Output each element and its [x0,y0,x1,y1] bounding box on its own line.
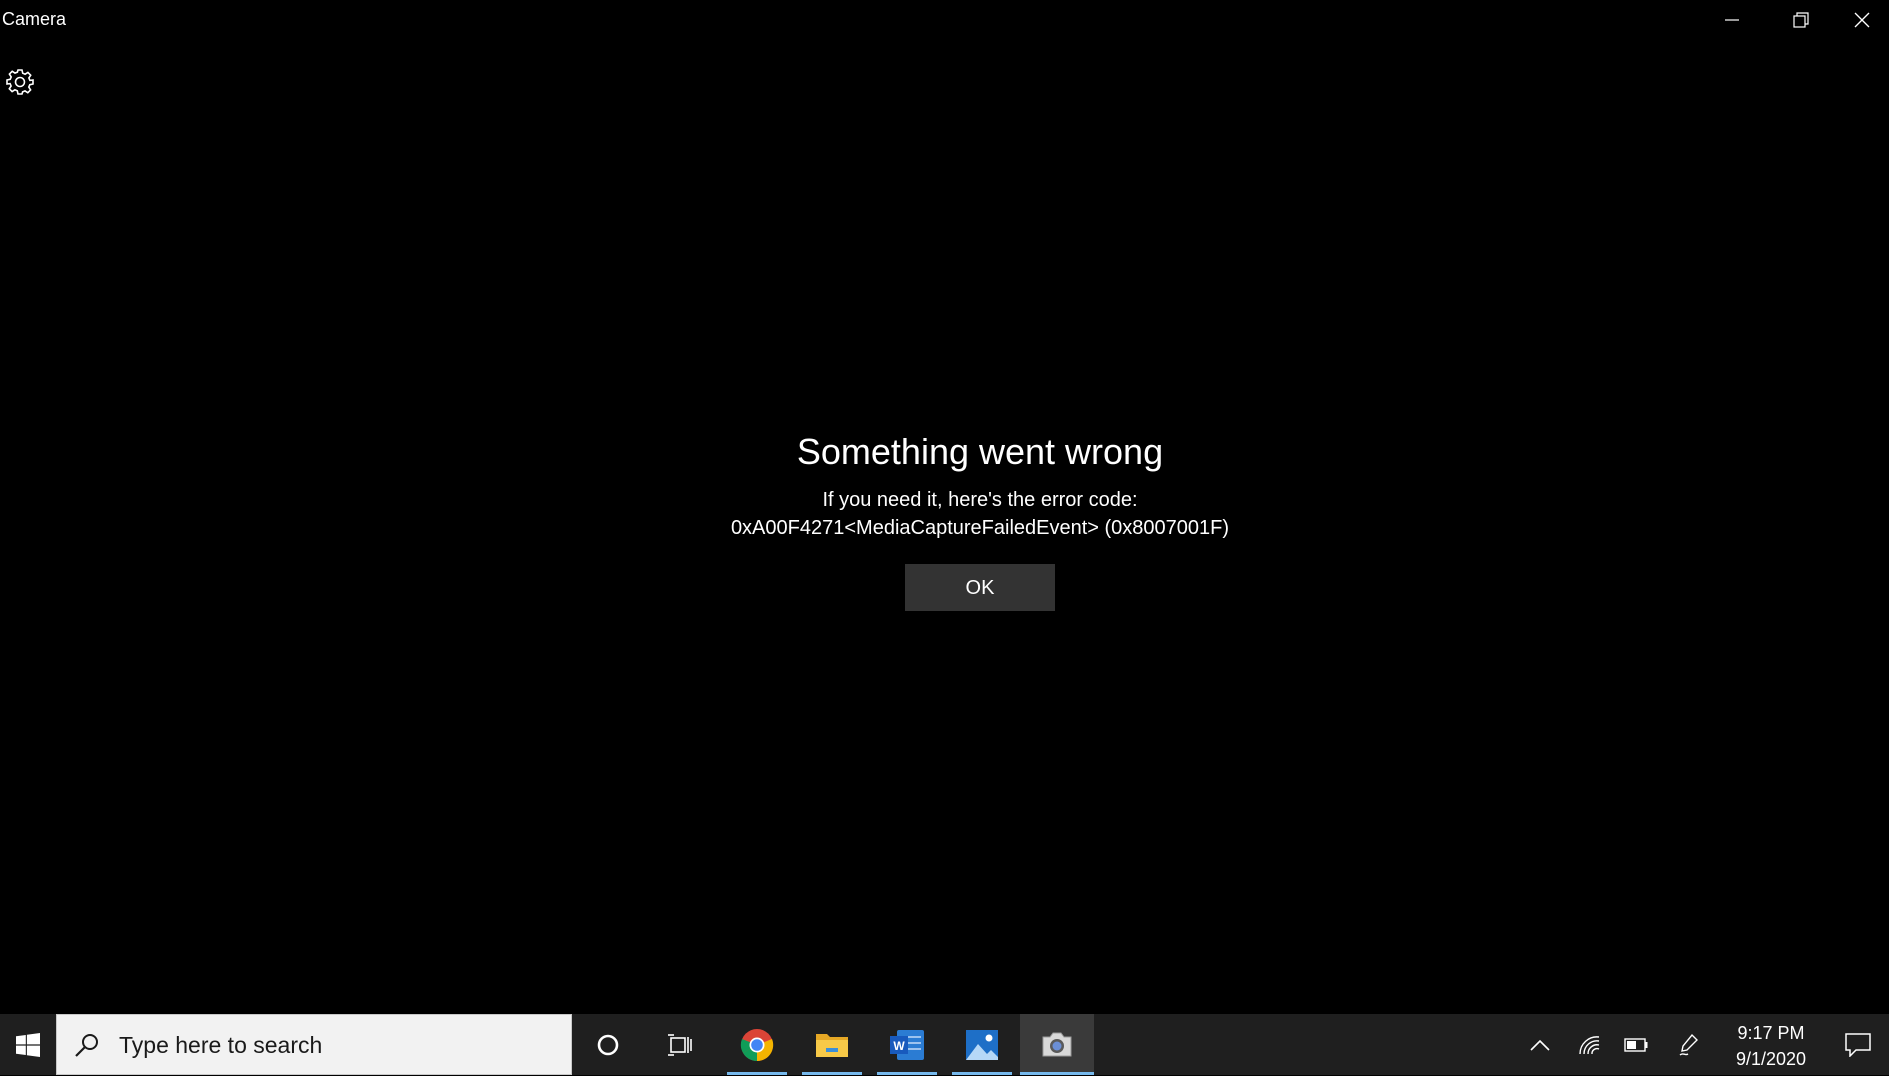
taskbar: W [0,1014,1889,1076]
cortana-circle-icon [597,1034,619,1055]
svg-text:W: W [893,1039,905,1053]
word-icon: W [890,1029,924,1060]
taskbar-app-file-explorer[interactable] [802,1014,862,1075]
ok-button[interactable]: OK [905,564,1055,611]
chrome-icon [740,1028,774,1061]
wifi-icon [1579,1035,1600,1054]
notification-icon [1845,1032,1871,1057]
error-code: 0xA00F4271<MediaCaptureFailedEvent> (0x8… [730,517,1230,539]
clock-date: 9/1/2020 [1735,1049,1807,1069]
network-button[interactable] [1569,1014,1609,1075]
restore-button[interactable] [1766,0,1835,40]
window-title: Camera [2,9,67,29]
task-view-button[interactable] [650,1014,710,1075]
restore-icon [1792,12,1809,28]
battery-icon [1624,1037,1648,1052]
error-message: If you need it, here's the error code: [822,489,1138,511]
error-title: Something went wrong [796,431,1164,472]
folder-icon [816,1033,848,1057]
taskbar-app-chrome[interactable] [727,1014,787,1075]
taskbar-app-camera[interactable] [1020,1014,1094,1075]
settings-button[interactable] [4,66,36,98]
title-bar: Camera [0,0,1889,40]
start-button[interactable] [0,1014,56,1075]
search-input[interactable] [117,1015,561,1076]
cortana-button[interactable] [578,1014,638,1075]
close-button[interactable] [1835,0,1889,40]
search-icon [75,1034,98,1057]
chevron-up-icon [1530,1039,1550,1051]
system-clock[interactable]: 9:17 PM 9/1/2020 [1715,1020,1827,1072]
windows-logo-icon [16,1032,40,1057]
clock-time: 9:17 PM [1737,1023,1805,1043]
search-box[interactable] [56,1014,572,1076]
camera-icon [1042,1032,1072,1056]
taskbar-app-photos[interactable] [952,1014,1012,1075]
camera-app-window: Camera Something went wrong If you need … [0,0,1889,1014]
photos-icon [966,1029,998,1060]
gear-icon [6,69,34,95]
close-icon [1854,12,1870,28]
error-panel: Something went wrong If you need it, her… [644,430,1316,611]
minimize-icon [1724,19,1739,21]
task-view-icon [668,1033,692,1056]
minimize-button[interactable] [1697,0,1766,40]
taskbar-app-word[interactable]: W [877,1014,937,1075]
action-center-button[interactable] [1833,1014,1883,1075]
battery-button[interactable] [1616,1014,1656,1075]
pen-icon [1679,1033,1698,1056]
windows-ink-button[interactable] [1669,1014,1709,1075]
show-hidden-icons-button[interactable] [1520,1014,1560,1075]
